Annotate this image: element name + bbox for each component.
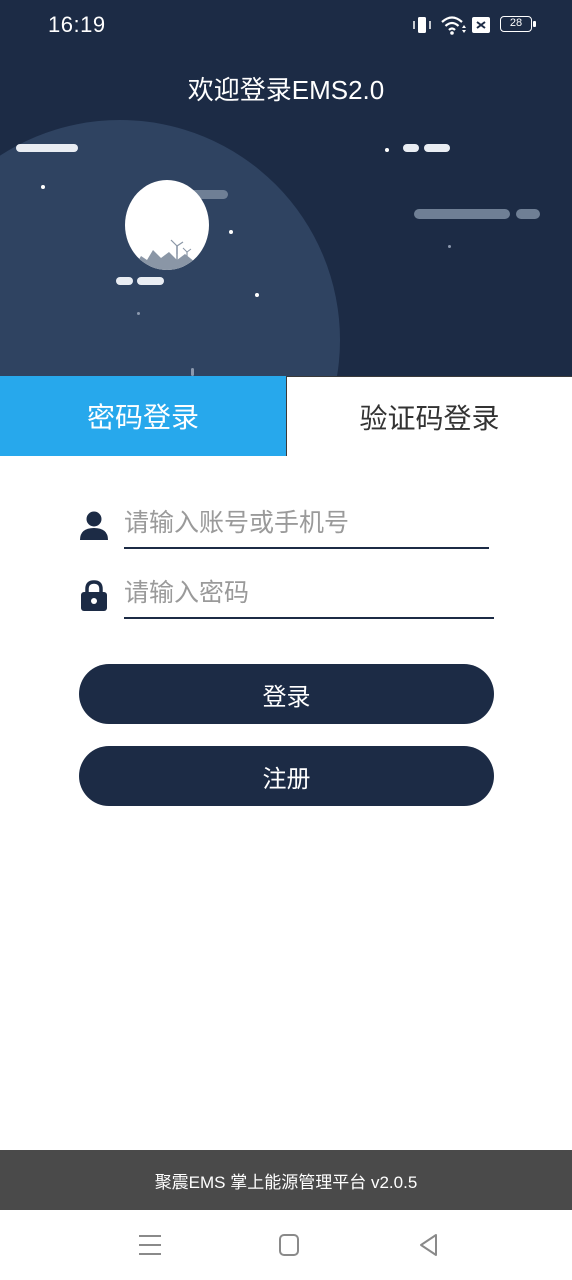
header-banner: 16:19 28 欢迎登录EMS2.0 [0, 0, 572, 376]
back-icon[interactable] [414, 1232, 444, 1258]
login-button[interactable]: 登录 [79, 664, 494, 724]
status-time: 16:19 [48, 12, 106, 37]
star-decoration [41, 185, 45, 189]
cloud-decoration [137, 277, 164, 285]
wind-turbine-icon [133, 239, 205, 270]
user-icon [80, 511, 108, 540]
status-bar: 16:19 28 [0, 0, 572, 52]
menu-icon[interactable] [135, 1232, 165, 1258]
tab-password-login[interactable]: 密码登录 [0, 376, 286, 456]
vibrate-icon [413, 17, 431, 33]
cloud-decoration [16, 144, 78, 152]
battery-icon: 28 [500, 16, 532, 32]
password-input-wrap [124, 573, 494, 619]
star-decoration [448, 245, 451, 248]
wifi-icon [441, 16, 466, 35]
account-field [78, 503, 489, 549]
system-nav-bar [0, 1210, 572, 1280]
star-decoration [137, 312, 140, 315]
cloud-decoration [516, 209, 540, 219]
password-field [78, 573, 494, 619]
star-decoration [191, 368, 194, 376]
lock-icon [81, 580, 107, 611]
star-decoration [229, 230, 233, 234]
account-input-wrap [124, 503, 489, 549]
footer-text: 聚震EMS 掌上能源管理平台 v2.0.5 [154, 1172, 418, 1192]
moon-illustration [125, 180, 209, 270]
tab-label: 密码登录 [86, 402, 199, 433]
register-button[interactable]: 注册 [79, 746, 494, 806]
register-button-label: 注册 [262, 765, 311, 793]
battery-tip [533, 21, 536, 27]
cloud-decoration [414, 209, 510, 219]
login-button-label: 登录 [262, 683, 311, 711]
battery-level: 28 [509, 17, 523, 29]
cloud-decoration [116, 277, 133, 285]
account-input[interactable] [124, 503, 489, 543]
home-icon[interactable] [274, 1232, 304, 1258]
sim-off-icon [472, 17, 490, 33]
page-title: 欢迎登录EMS2.0 [187, 75, 385, 105]
status-icons: 28 [412, 14, 536, 36]
password-input[interactable] [124, 573, 494, 613]
star-decoration [385, 148, 389, 152]
tab-code-login[interactable]: 验证码登录 [286, 376, 572, 456]
footer-bar: 聚震EMS 掌上能源管理平台 v2.0.5 [0, 1150, 572, 1210]
cloud-decoration [424, 144, 450, 152]
login-tabs: 密码登录 验证码登录 [0, 376, 572, 456]
tab-label: 验证码登录 [359, 402, 500, 434]
star-decoration [255, 293, 259, 297]
cloud-decoration [403, 144, 419, 152]
